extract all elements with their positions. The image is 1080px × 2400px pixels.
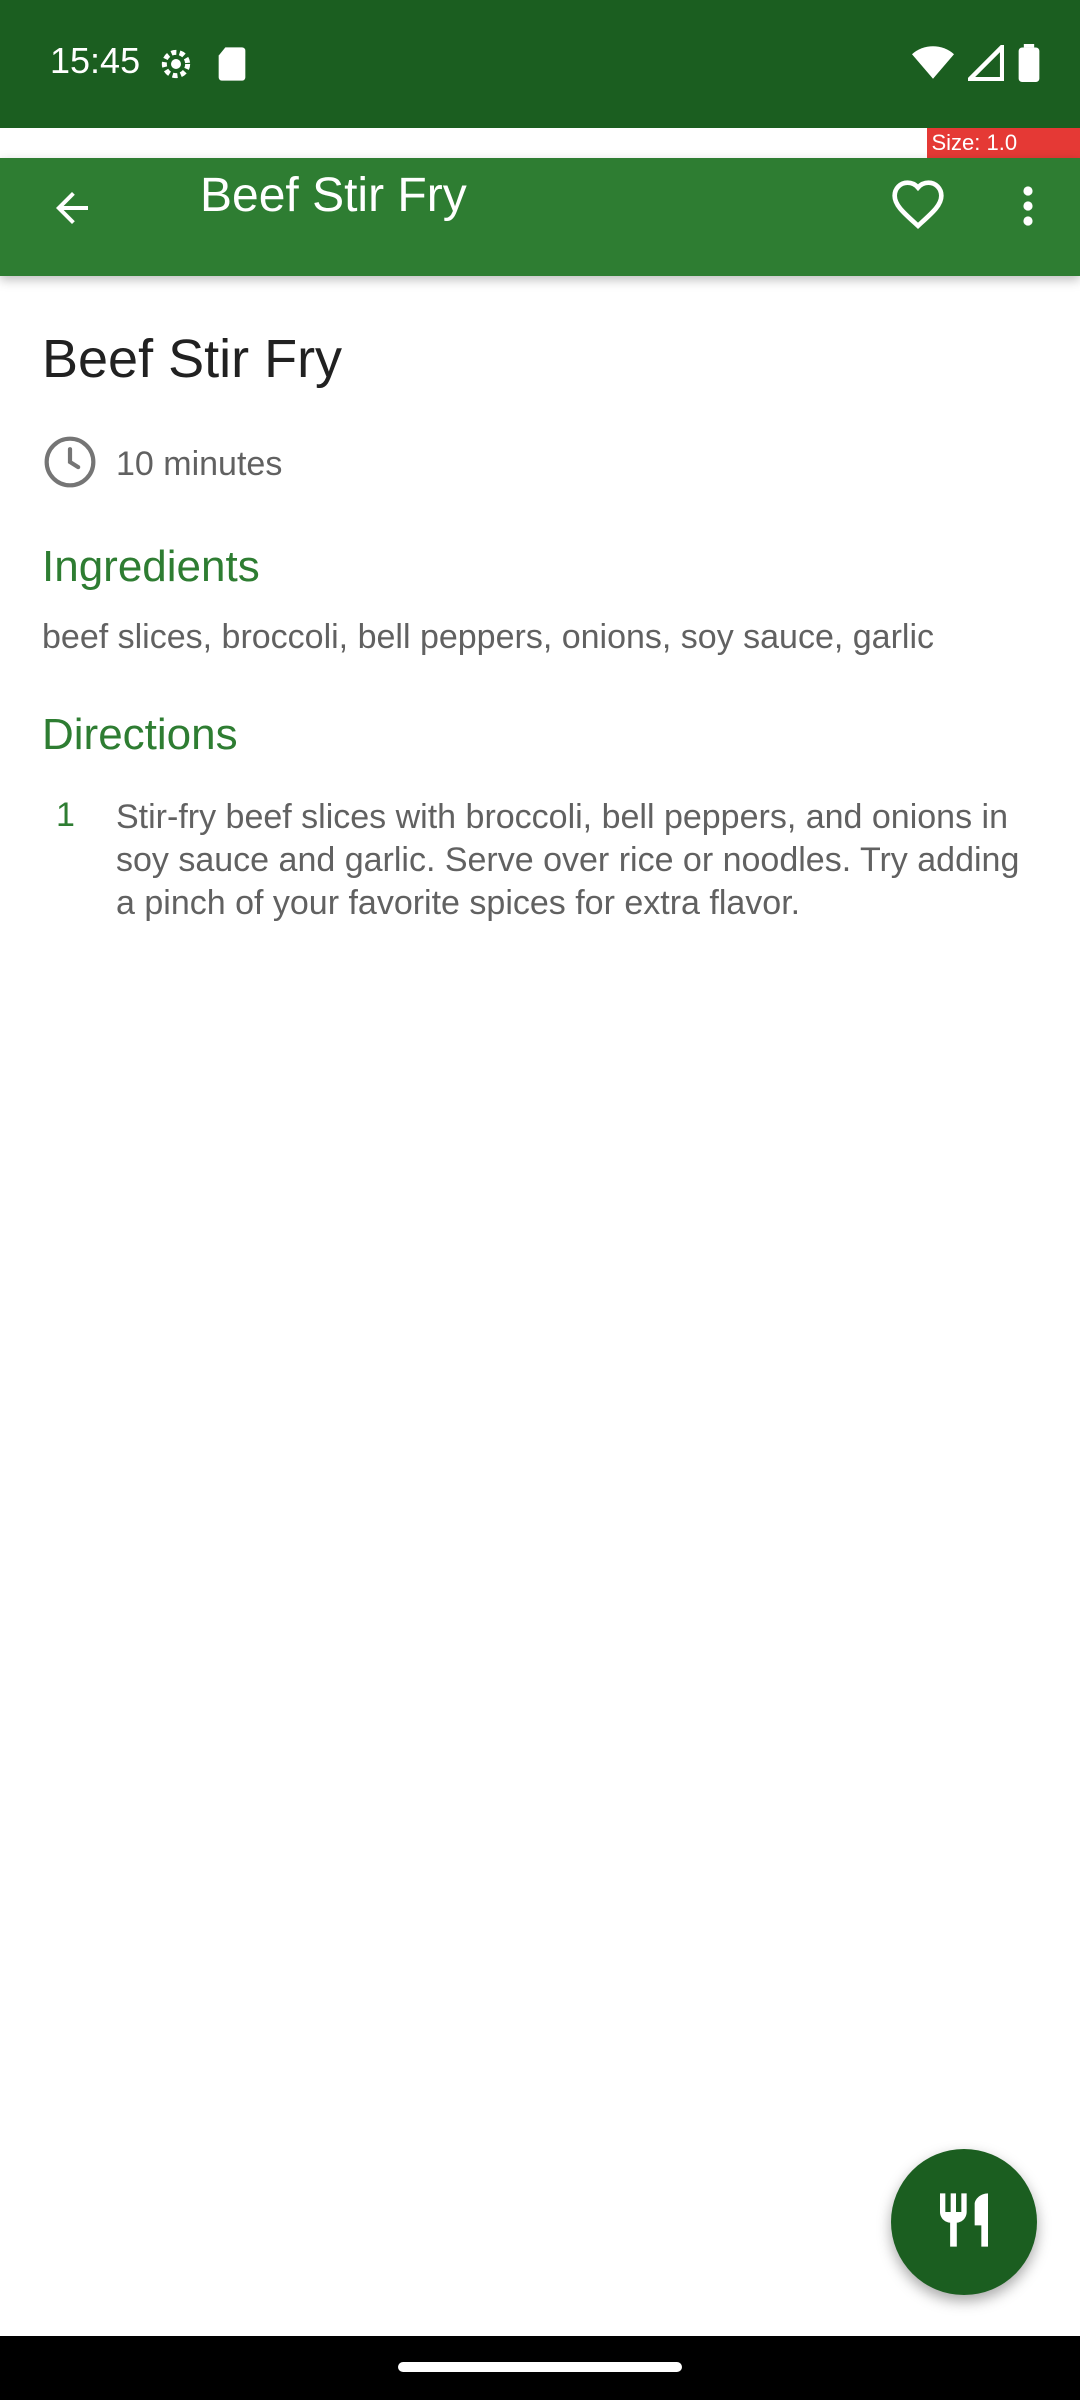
arrow-back-icon bbox=[48, 184, 96, 237]
app-bar-title: Beef Stir Fry bbox=[200, 169, 467, 222]
direction-step: 1 Stir-fry beef slices with broccoli, be… bbox=[42, 796, 1032, 925]
debug-dy: dY: 0.0 bbox=[309, 128, 464, 158]
recipe-title: Beef Stir Fry bbox=[42, 329, 343, 389]
debug-overlay-bar: P: 0 / 1 dX: 0.0 dY: 0.0 Xv: 0.0 Yv: 0.0… bbox=[0, 128, 1080, 158]
time-row: 10 minutes bbox=[42, 434, 282, 495]
debug-yv: Yv: 0.0 bbox=[618, 128, 773, 158]
status-left-icons bbox=[156, 44, 250, 89]
debug-pointer: P: 0 / 1 bbox=[0, 128, 155, 158]
restaurant-icon bbox=[932, 2188, 996, 2257]
debug-size: Size: 1.0 bbox=[927, 128, 1080, 158]
status-right-icons bbox=[912, 41, 1040, 87]
back-button[interactable] bbox=[40, 178, 104, 242]
favorite-button[interactable] bbox=[886, 176, 950, 240]
sd-card-icon bbox=[214, 44, 250, 89]
settings-icon bbox=[156, 44, 196, 89]
ingredients-text: beef slices, broccoli, bell peppers, oni… bbox=[42, 618, 935, 656]
direction-step-number: 1 bbox=[56, 796, 75, 834]
more-options-button[interactable] bbox=[996, 176, 1060, 240]
debug-xv: Xv: 0.0 bbox=[463, 128, 619, 158]
app-bar: Beef Stir Fry bbox=[0, 158, 1080, 276]
status-time: 15:45 bbox=[50, 40, 141, 81]
home-gesture-handle[interactable] bbox=[398, 2362, 682, 2372]
clock-icon bbox=[42, 434, 98, 495]
cook-mode-fab[interactable] bbox=[891, 2149, 1037, 2295]
signal-icon bbox=[964, 41, 1005, 86]
battery-icon bbox=[1018, 44, 1040, 87]
direction-step-text: Stir-fry beef slices with broccoli, bell… bbox=[116, 798, 1020, 922]
status-bar: 15:45 bbox=[0, 0, 1080, 128]
more-vert-icon bbox=[1004, 182, 1052, 235]
cook-time: 10 minutes bbox=[116, 445, 283, 483]
debug-dx: dX: 0.0 bbox=[154, 128, 310, 158]
wifi-icon bbox=[912, 45, 954, 86]
debug-prs: Prs: 0.0 bbox=[772, 128, 928, 158]
ingredients-heading: Ingredients bbox=[42, 542, 260, 591]
directions-heading: Directions bbox=[42, 710, 238, 759]
navigation-bar bbox=[0, 2336, 1080, 2400]
heart-outline-icon bbox=[890, 178, 946, 239]
